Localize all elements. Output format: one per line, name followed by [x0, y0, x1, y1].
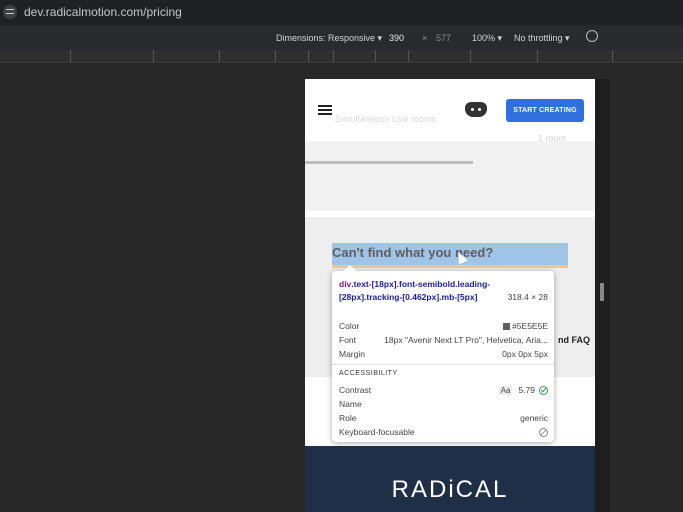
height-input[interactable]: 577 — [436, 33, 451, 43]
hamburger-menu-icon[interactable] — [318, 105, 332, 115]
device-toolbar: Dimensions: Responsive ▾ 390 × 577 100% … — [0, 25, 683, 51]
color-label: Color — [339, 321, 360, 331]
contrast-sample: Aa — [498, 386, 513, 395]
color-value: #5E5E5E — [503, 321, 548, 331]
keyboard-row: Keyboard-focusable — [339, 427, 548, 439]
contrast-value: Aa 5.79 — [498, 385, 548, 395]
address-bar[interactable]: dev.radicalmotion.com/pricing — [0, 0, 683, 25]
width-input[interactable]: 390 — [389, 33, 404, 43]
element-selector: div.text-[18px].font-semibold.leading-[2… — [339, 278, 499, 304]
discord-icon[interactable] — [465, 102, 487, 117]
faq-link[interactable]: nd FAQ — [558, 335, 590, 345]
font-row: Font 18px "Avenir Next LT Pro", Helvetic… — [339, 335, 548, 347]
dimension-separator: × — [422, 33, 428, 43]
contrast-ratio: 5.79 — [518, 385, 535, 395]
pricing-table-section — [305, 141, 595, 211]
site-info-icon[interactable] — [3, 5, 17, 19]
site-header: Simultaneous Live rooms 1 room START CRE… — [305, 79, 595, 143]
element-size: 318.4 × 28 — [507, 292, 548, 302]
accessibility-title: ACCESSIBILITY — [339, 370, 398, 377]
color-row: Color #5E5E5E — [339, 321, 548, 333]
margin-value: 0px 0px 5px — [502, 349, 548, 359]
name-row: Name — [339, 399, 548, 411]
keyboard-label: Keyboard-focusable — [339, 427, 415, 437]
radical-logo[interactable]: RADiCAL — [305, 476, 595, 504]
rotate-icon[interactable] — [586, 30, 598, 42]
divider — [332, 364, 554, 365]
dimensions-dropdown[interactable]: Dimensions: Responsive ▾ — [276, 33, 382, 44]
site-footer: RADiCAL — [305, 446, 595, 512]
url-text[interactable]: dev.radicalmotion.com/pricing — [24, 5, 182, 19]
color-swatch — [503, 323, 511, 330]
role-value: generic — [520, 413, 548, 423]
horizontal-scrollbar[interactable] — [305, 161, 473, 164]
contrast-label: Contrast — [339, 385, 372, 395]
inspector-tooltip: div.text-[18px].font-semibold.leading-[2… — [332, 265, 554, 442]
start-creating-button[interactable]: START CREATING — [506, 99, 584, 122]
font-label: Font — [339, 335, 357, 345]
faq-heading: Can't find what you need? — [332, 245, 494, 260]
check-circle-icon — [539, 386, 548, 395]
contrast-row: Contrast Aa 5.79 — [339, 385, 548, 397]
name-label: Name — [339, 399, 362, 409]
margin-label: Margin — [339, 349, 365, 359]
role-row: Role generic — [339, 413, 548, 425]
not-focusable-icon — [539, 428, 548, 437]
ghost-row-label: Simultaneous Live rooms — [335, 114, 437, 124]
role-label: Role — [339, 413, 357, 423]
zoom-dropdown[interactable]: 100% ▾ — [472, 33, 502, 44]
keyboard-value — [539, 427, 548, 437]
margin-highlight — [332, 265, 568, 268]
resize-handle-icon[interactable] — [600, 283, 604, 301]
media-query-ruler[interactable] — [0, 50, 683, 63]
font-value: 18px "Avenir Next LT Pro", Helvetica, Ar… — [384, 335, 548, 345]
throttling-dropdown[interactable]: No throttling ▾ — [514, 33, 570, 44]
color-hex: #5E5E5E — [512, 321, 548, 331]
selector-classes: .text-[18px].font-semibold.leading-[28px… — [339, 279, 491, 302]
margin-row: Margin 0px 0px 5px — [339, 349, 548, 361]
selector-tag: div — [339, 279, 352, 289]
